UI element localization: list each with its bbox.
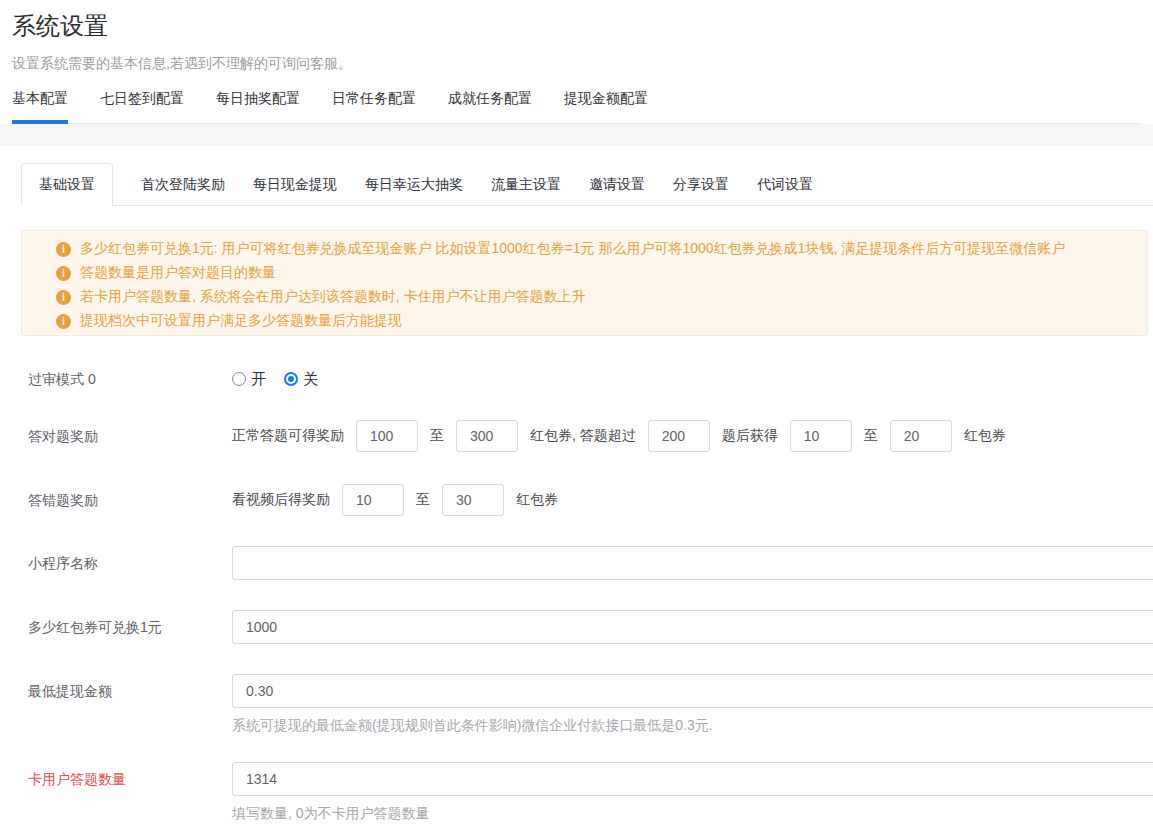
info-circle-icon: i	[56, 242, 71, 257]
top-tab-achievement-task[interactable]: 成就任务配置	[448, 89, 532, 123]
inline-text: 红包券	[516, 491, 558, 509]
coupons-per-yuan-input[interactable]	[232, 610, 1153, 644]
top-tab-daily-task[interactable]: 日常任务配置	[332, 89, 416, 123]
inline-text: 看视频后得奖励	[232, 491, 330, 509]
sub-tab-bar: 基础设置 首次登陆奖励 每日现金提现 每日幸运大抽奖 流量主设置 邀请设置 分享…	[21, 163, 1153, 206]
radio-checked-icon[interactable]	[284, 372, 298, 386]
audit-mode-radio-group: 开 关	[232, 364, 336, 394]
radio-label-on: 开	[251, 370, 266, 389]
sub-tab-first-login-reward[interactable]: 首次登陆奖励	[127, 163, 239, 205]
field-label-coupons-per-yuan: 多少红包券可兑换1元	[21, 610, 232, 644]
block-answer-count-hint: 填写数量, 0为不卡用户答题数量	[232, 805, 1153, 821]
page-title: 系统设置	[12, 12, 1141, 40]
field-label-mini-program-name: 小程序名称	[21, 546, 232, 580]
sub-tab-daily-cash-withdraw[interactable]: 每日现金提现	[239, 163, 351, 205]
inline-text: 至	[864, 427, 878, 445]
exceed-reward-min-input[interactable]	[790, 420, 852, 452]
top-tab-withdraw-amount[interactable]: 提现金额配置	[564, 89, 648, 123]
warning-alert: i 多少红包券可兑换1元: 用户可将红包券兑换成至现金账户 比如设置1000红包…	[21, 230, 1148, 336]
alert-line: i 多少红包券可兑换1元: 用户可将红包券兑换成至现金账户 比如设置1000红包…	[56, 237, 1131, 261]
sub-tab-basic-settings[interactable]: 基础设置	[21, 163, 113, 206]
settings-form: 过审模式 0 开 关 答对题奖励 正常答题可得奖励 至 红包券, 答题超过	[21, 364, 1153, 821]
field-label-wrong-reward: 答错题奖励	[21, 484, 232, 516]
form-row-wrong-reward: 答错题奖励 看视频后得奖励 至 红包券	[21, 484, 1153, 516]
info-circle-icon: i	[56, 290, 71, 305]
inline-text: 题后获得	[722, 427, 778, 445]
form-row-mini-program-name: 小程序名称	[21, 546, 1153, 580]
min-withdraw-hint: 系统可提现的最低金额(提现规则首此条件影响)微信企业付款接口最低是0.3元.	[232, 717, 1153, 733]
alert-text: 提现档次中可设置用户满足多少答题数量后方能提现	[80, 312, 402, 330]
page-header: 系统设置 设置系统需要的基本信息,若遇到不理解的可询问客服。 基本配置 七日签到…	[0, 12, 1153, 124]
alert-line: i 答题数量是用户答对题目的数量	[56, 261, 1131, 285]
sub-tab-traffic-owner[interactable]: 流量主设置	[477, 163, 575, 205]
top-tab-daily-lottery[interactable]: 每日抽奖配置	[216, 89, 300, 123]
form-row-coupons-per-yuan: 多少红包券可兑换1元	[21, 610, 1153, 644]
top-tab-bar: 基本配置 七日签到配置 每日抽奖配置 日常任务配置 成就任务配置 提现金额配置	[12, 89, 1141, 124]
inline-text: 红包券	[964, 427, 1006, 445]
section-divider-band	[0, 124, 1153, 146]
form-row-block-answer-count: 卡用户答题数量 填写数量, 0为不卡用户答题数量	[21, 762, 1153, 821]
inline-text: 红包券, 答题超过	[530, 427, 636, 445]
radio-option-off[interactable]: 关	[284, 370, 318, 389]
field-label-min-withdraw: 最低提现金额	[21, 674, 232, 733]
inline-text: 正常答题可得奖励	[232, 427, 344, 445]
field-label-audit-mode: 过审模式 0	[21, 364, 232, 394]
alert-line: i 若卡用户答题数量, 系统将会在用户达到该答题数时, 卡住用户不让用户答题数上…	[56, 285, 1131, 309]
correct-reward-max-input[interactable]	[456, 420, 518, 452]
mini-program-name-input[interactable]	[232, 546, 1153, 580]
exceed-reward-max-input[interactable]	[890, 420, 952, 452]
alert-text: 若卡用户答题数量, 系统将会在用户达到该答题数时, 卡住用户不让用户答题数上升	[80, 288, 586, 306]
radio-unchecked-icon[interactable]	[232, 372, 246, 386]
form-row-correct-reward: 答对题奖励 正常答题可得奖励 至 红包券, 答题超过 题后获得 至 红包券	[21, 420, 1153, 452]
field-label-correct-reward: 答对题奖励	[21, 420, 232, 452]
sub-tab-share-settings[interactable]: 分享设置	[659, 163, 743, 205]
sub-tab-daily-lucky-draw[interactable]: 每日幸运大抽奖	[351, 163, 477, 205]
inline-text: 至	[416, 491, 430, 509]
sub-tab-invite-settings[interactable]: 邀请设置	[575, 163, 659, 205]
info-circle-icon: i	[56, 314, 71, 329]
info-circle-icon: i	[56, 266, 71, 281]
alert-line: i 提现档次中可设置用户满足多少答题数量后方能提现	[56, 309, 1131, 333]
exceed-count-input[interactable]	[648, 420, 710, 452]
wrong-reward-controls: 看视频后得奖励 至 红包券	[232, 484, 558, 516]
wrong-reward-max-input[interactable]	[442, 484, 504, 516]
form-row-audit-mode: 过审模式 0 开 关	[21, 364, 1153, 394]
settings-panel: 基础设置 首次登陆奖励 每日现金提现 每日幸运大抽奖 流量主设置 邀请设置 分享…	[0, 163, 1153, 821]
wrong-reward-min-input[interactable]	[342, 484, 404, 516]
form-row-min-withdraw: 最低提现金额 系统可提现的最低金额(提现规则首此条件影响)微信企业付款接口最低是…	[21, 674, 1153, 733]
field-label-block-answer-count: 卡用户答题数量	[21, 762, 232, 821]
page-subtitle: 设置系统需要的基本信息,若遇到不理解的可询问客服。	[12, 55, 1141, 71]
block-answer-count-input[interactable]	[232, 762, 1153, 796]
radio-label-off: 关	[303, 370, 318, 389]
sub-tab-keyword-settings[interactable]: 代词设置	[743, 163, 827, 205]
min-withdraw-input[interactable]	[232, 674, 1153, 708]
alert-text: 答题数量是用户答对题目的数量	[80, 264, 276, 282]
inline-text: 至	[430, 427, 444, 445]
top-tab-basic-config[interactable]: 基本配置	[12, 89, 68, 123]
correct-reward-controls: 正常答题可得奖励 至 红包券, 答题超过 题后获得 至 红包券	[232, 420, 1006, 452]
radio-option-on[interactable]: 开	[232, 370, 266, 389]
alert-text: 多少红包券可兑换1元: 用户可将红包券兑换成至现金账户 比如设置1000红包券=…	[80, 240, 1065, 258]
correct-reward-min-input[interactable]	[356, 420, 418, 452]
top-tab-seven-day-signin[interactable]: 七日签到配置	[100, 89, 184, 123]
